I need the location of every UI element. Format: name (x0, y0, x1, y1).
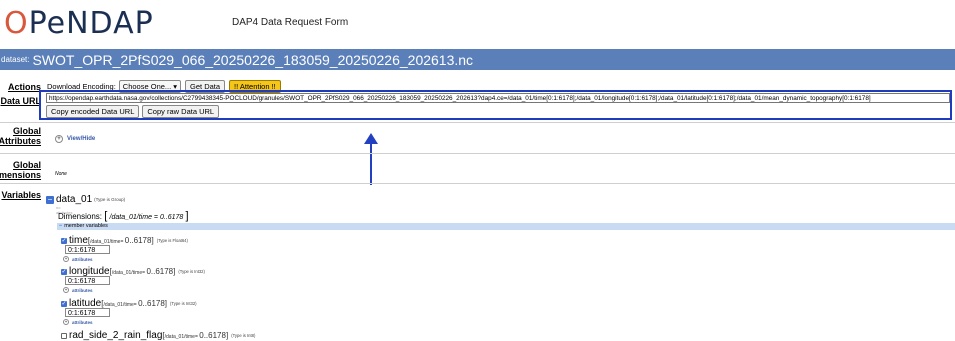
opendap-logo: OPeNDAP (4, 4, 154, 42)
group-name: data_01 (56, 194, 93, 205)
dim-path: /data_01/time= (164, 334, 198, 340)
dim-range: 0..6178 (199, 331, 226, 340)
attributes-label: attributes (72, 256, 93, 262)
plus-circle-icon: + (63, 319, 69, 325)
dims-close: ] (185, 210, 189, 222)
variable-dims: [/data_01/time= 0..6178] (101, 299, 167, 308)
global-attributes-label-text: Global Attributes (0, 126, 41, 146)
dim-range: 0..6178 (124, 236, 152, 245)
variable-type: (Type is Float64) (156, 238, 188, 243)
constraint-input[interactable]: 0:1:6178 (65, 245, 110, 254)
checkbox-checked-icon[interactable]: ✓ (61, 268, 67, 275)
member-variables-bar[interactable]: − member variables (57, 223, 955, 230)
constraint-input[interactable]: 0:1:6178 (65, 276, 110, 285)
member-variables-label: member variables (64, 223, 108, 229)
checkbox-checked-icon[interactable]: ✓ (61, 237, 67, 244)
variable-dims: [/data_01/time= 0..6178] (88, 236, 154, 245)
dim-range: 0..6178 (138, 299, 165, 308)
group-type: (Type is Group) (94, 197, 126, 202)
dataset-bar: dataset: SWOT_OPR_2PfS029_066_20250226_1… (0, 49, 955, 70)
attributes-toggle[interactable]: + attributes (63, 319, 93, 325)
dims-close: ] (164, 299, 168, 308)
dims-close: ] (151, 236, 154, 245)
dataset-prefix: dataset: (1, 55, 30, 64)
dims-close: ] (173, 267, 176, 276)
highlight-box (39, 90, 952, 120)
group-row: − data_01 (Type is Group) (46, 194, 125, 205)
global-attributes-toggle[interactable]: + View/Hide (55, 135, 95, 143)
variable-type: (Type is Int32) (178, 269, 205, 274)
global-attributes-label: Global Attributes (0, 126, 41, 146)
logo-text: OPeNDAP (4, 5, 154, 41)
global-dimensions-label-text: Global Dimensions (0, 160, 42, 180)
dataset-name: SWOT_OPR_2PfS029_066_20250226_183059_202… (32, 51, 474, 68)
global-dimensions-value: None (55, 171, 67, 177)
attributes-label: attributes (72, 287, 93, 293)
attributes-label: attributes (72, 319, 93, 325)
attributes-toggle[interactable]: + attributes (63, 256, 93, 262)
actions-label: Actions (7, 82, 41, 92)
plus-circle-icon: + (55, 135, 63, 143)
data-url-label: Data URL (0, 96, 41, 106)
attributes-toggle[interactable]: + attributes (63, 287, 93, 293)
divider (0, 153, 955, 154)
plus-circle-icon: + (63, 256, 69, 262)
form-title: DAP4 Data Request Form (232, 17, 349, 28)
global-dimensions-label: Global Dimensions (0, 160, 41, 180)
variable-row-rad-side-2-rain-flag: rad_side_2_rain_flag [/data_01/time= 0..… (61, 330, 255, 341)
minus-icon: − (59, 223, 63, 229)
checkbox-checked-icon[interactable]: ✓ (61, 300, 67, 307)
dim-path: /data_01/time= (111, 270, 146, 276)
divider (0, 122, 955, 123)
dims-close: ] (225, 331, 229, 340)
dimension-value: /data_01/time = 0..6178 (109, 214, 184, 221)
plus-circle-icon: + (63, 287, 69, 293)
checkbox-unchecked-icon[interactable] (61, 332, 67, 339)
variable-name: rad_side_2_rain_flag (69, 330, 163, 341)
variable-type: (Type is Int32) (170, 301, 197, 306)
dims-open: [ (104, 210, 108, 222)
dimensions-label: Dimensions: (58, 212, 103, 221)
dim-range: 0..6178 (146, 267, 174, 276)
group-dimensions: Dimensions: [ /data_01/time = 0..6178 ] (58, 210, 189, 222)
variable-type: (Type is Int8) (231, 333, 256, 338)
view-hide-label: View/Hide (67, 136, 96, 142)
variable-dims: [/data_01/time= 0..6178] (162, 331, 228, 340)
variable-dims: [/data_01/time= 0..6178] (110, 267, 176, 276)
variables-label: Variables (1, 190, 41, 200)
divider (0, 183, 955, 184)
constraint-input[interactable]: 0:1:6178 (65, 308, 110, 317)
collapse-icon[interactable]: − (46, 195, 54, 204)
arrow-shaft (370, 140, 372, 185)
